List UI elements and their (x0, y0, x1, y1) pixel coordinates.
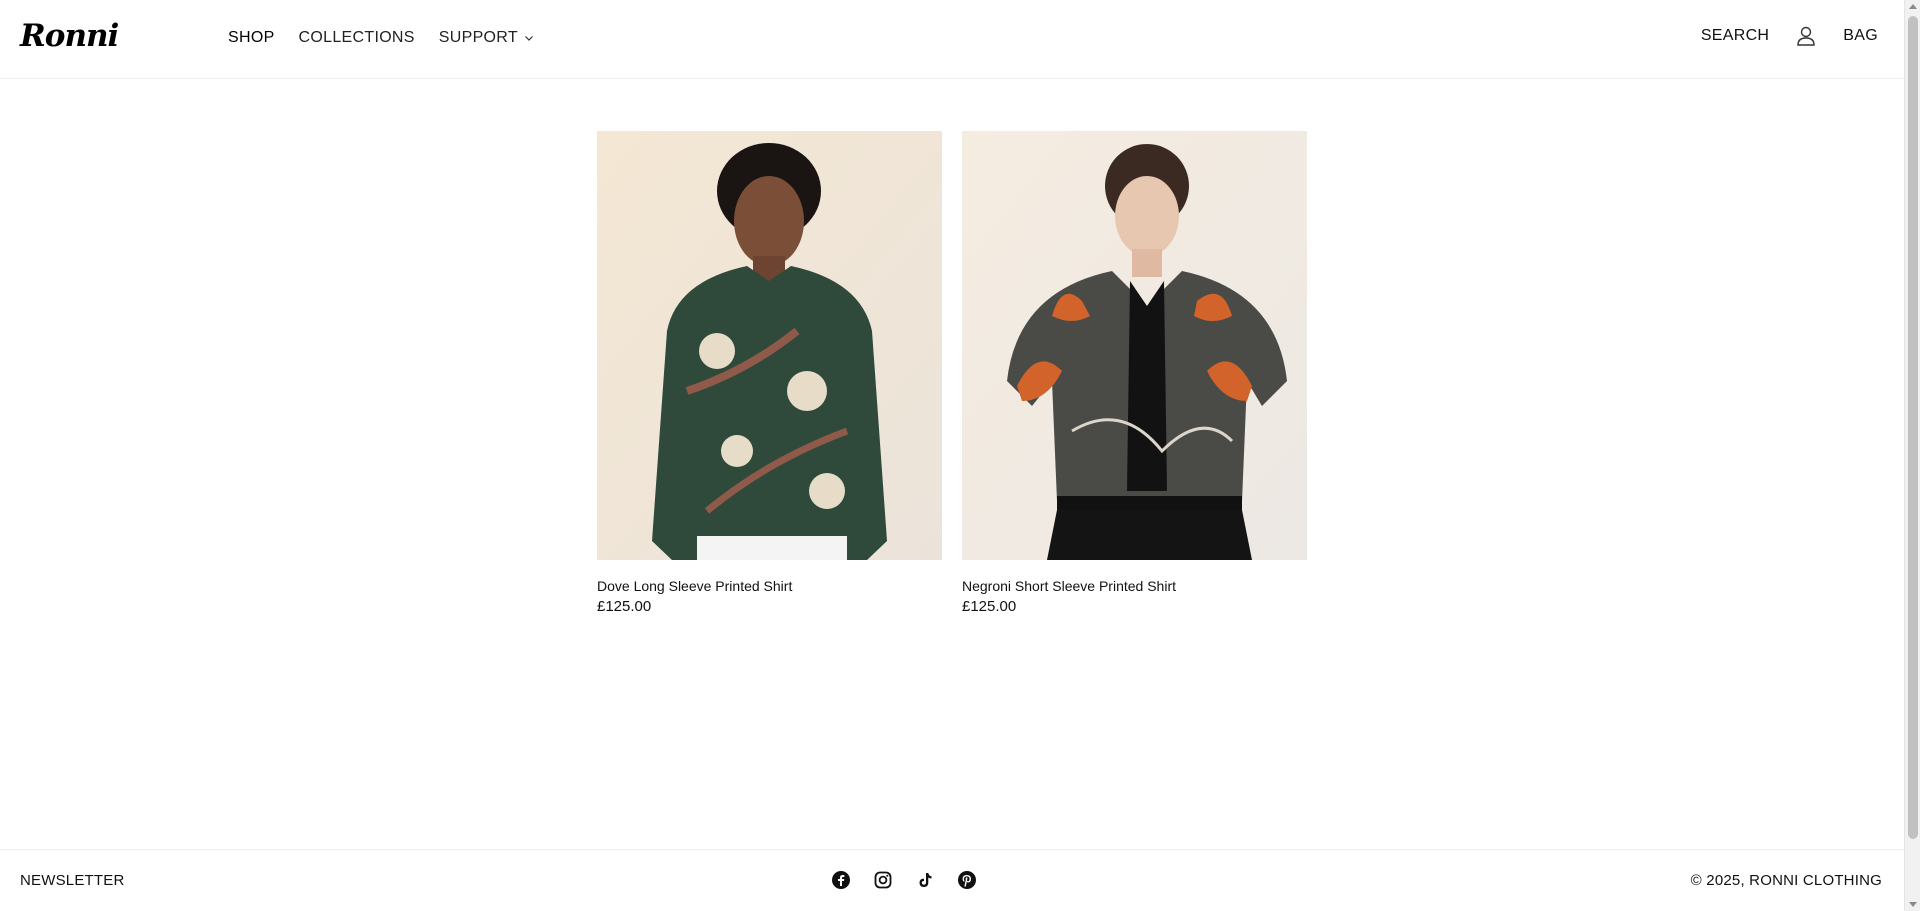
nav-collections[interactable]: COLLECTIONS (299, 29, 415, 47)
product-card[interactable]: Dove Long Sleeve Printed Shirt £125.00 (597, 131, 942, 615)
product-price: £125.00 (597, 598, 652, 615)
nav-collections-label: COLLECTIONS (298, 29, 415, 46)
pinterest-icon[interactable] (958, 871, 976, 889)
user-icon[interactable] (1795, 25, 1817, 47)
bag-link[interactable]: BAG (1843, 27, 1878, 45)
newsletter-link[interactable]: NEWSLETTER (20, 872, 125, 889)
nav-shop-label: SHOP (228, 29, 275, 46)
copyright-text: © 2025, RONNI CLOTHING (1690, 872, 1882, 889)
product-grid: Dove Long Sleeve Printed Shirt £125.00 N… (597, 131, 1307, 615)
facebook-icon[interactable] (832, 871, 850, 889)
instagram-icon[interactable] (874, 871, 892, 889)
site-header: Ronni SHOP COLLECTIONS SUPPORT SEARCH BA… (0, 0, 1904, 79)
site-footer: NEWSLETTER © 2025, RONNI CLOTHING (0, 849, 1904, 911)
product-price: £125.00 (962, 598, 1017, 615)
search-link[interactable]: SEARCH (1701, 27, 1769, 45)
brand-logo[interactable]: Ronni (20, 18, 119, 54)
header-actions: SEARCH BAG (1701, 25, 1878, 47)
scroll-up-arrow-icon[interactable] (1909, 4, 1917, 9)
main-nav: SHOP COLLECTIONS SUPPORT (228, 29, 534, 47)
vertical-scrollbar[interactable] (1904, 0, 1920, 911)
nav-shop[interactable]: SHOP (228, 29, 275, 47)
product-title[interactable]: Dove Long Sleeve Printed Shirt (597, 578, 942, 594)
product-title[interactable]: Negroni Short Sleeve Printed Shirt (962, 578, 1307, 594)
nav-support[interactable]: SUPPORT (439, 29, 534, 47)
nav-support-label: SUPPORT (438, 29, 518, 46)
social-links (832, 871, 976, 889)
product-card[interactable]: Negroni Short Sleeve Printed Shirt £125.… (962, 131, 1307, 615)
tiktok-icon[interactable] (916, 871, 934, 889)
scroll-down-arrow-icon[interactable] (1909, 902, 1917, 907)
chevron-down-icon (524, 36, 533, 41)
product-image[interactable] (597, 131, 942, 560)
product-image[interactable] (962, 131, 1307, 560)
scrollbar-thumb[interactable] (1908, 16, 1918, 839)
